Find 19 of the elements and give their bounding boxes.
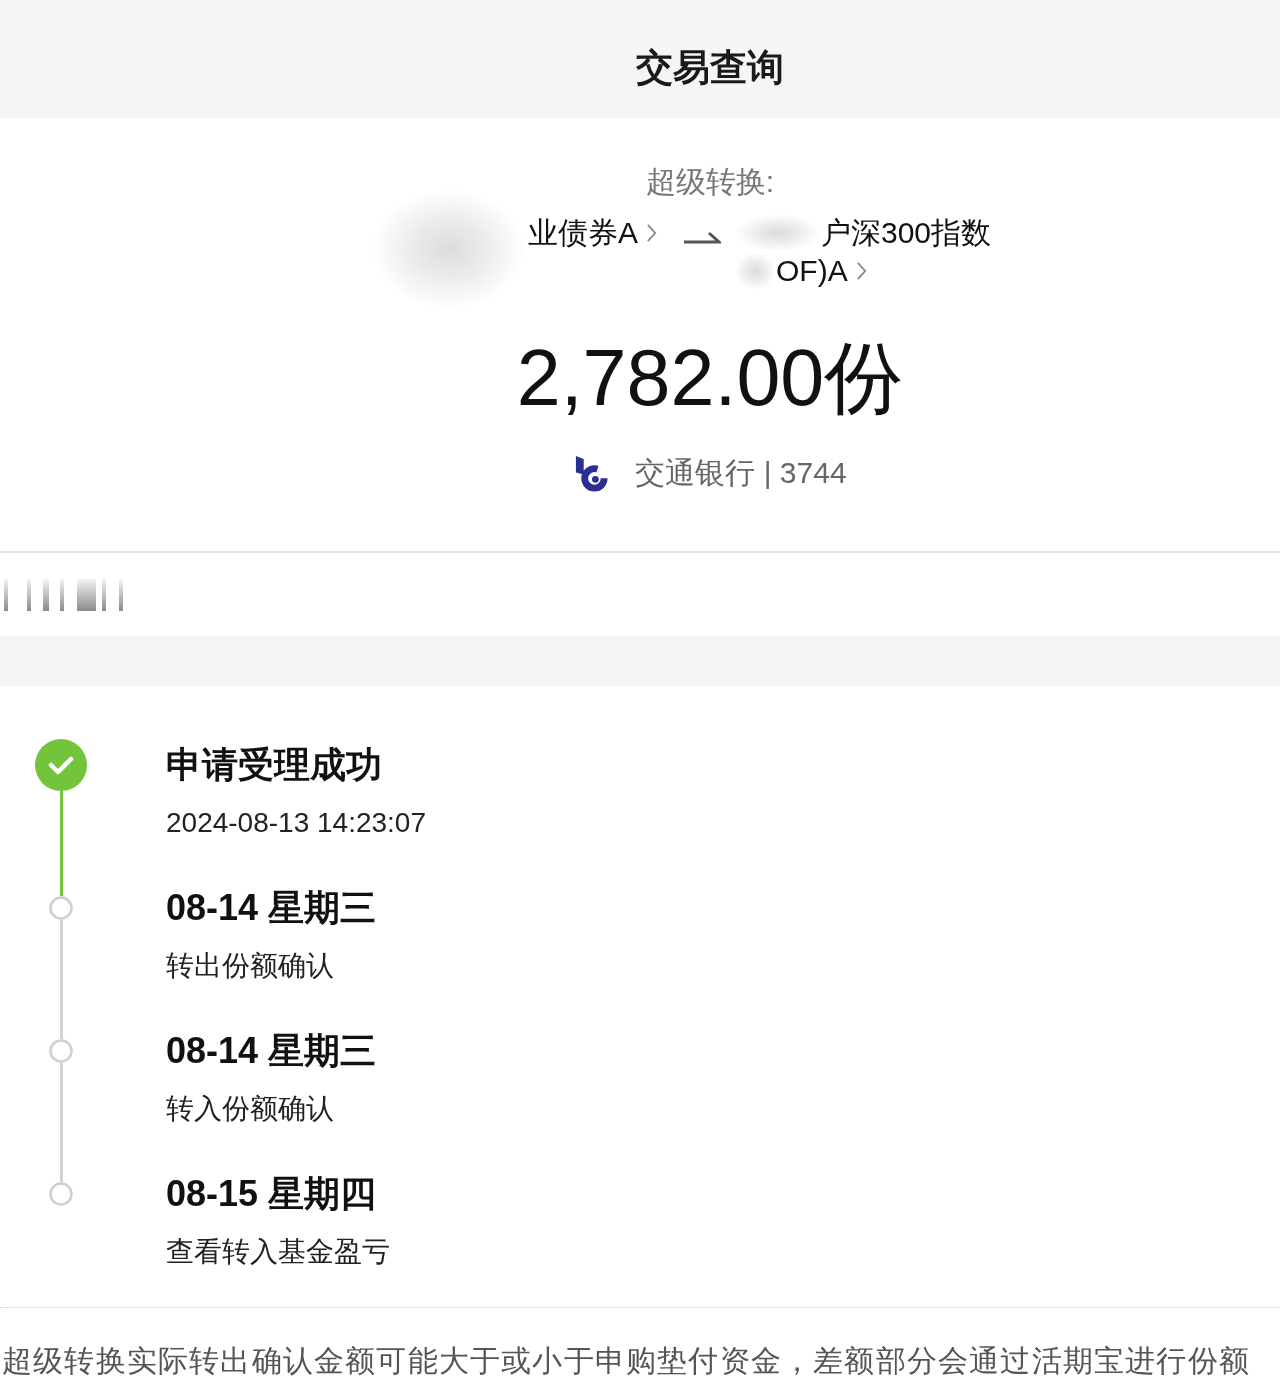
- step-heading: 08-14 星期三: [166, 886, 378, 930]
- step-detail: 2024-08-13 14:23:07: [166, 806, 427, 840]
- bank-logo-icon: [573, 454, 611, 492]
- page-title: 交易查询: [635, 46, 785, 90]
- fund-name[interactable]: 户深300指数: [821, 214, 992, 252]
- share-amount: 2,782.00份: [516, 332, 904, 424]
- step-heading: 08-14 星期三: [166, 1029, 378, 1073]
- transfer-label: 超级转换:: [645, 164, 775, 200]
- step-detail: 转入份额确认: [166, 1092, 335, 1126]
- footnote-text: 超级转换实际转出确认金额可能大于或小于申购垫付资金，差额部分会通过活期宝进行份额: [1, 1343, 1251, 1379]
- step-heading: 申请受理成功: [166, 743, 383, 787]
- fund-name[interactable]: OF)A: [776, 252, 848, 290]
- step-detail: 转出份额确认: [166, 949, 335, 983]
- chevron-icon: [855, 261, 867, 281]
- bank-account: 交通银行 | 3744: [635, 455, 847, 491]
- step-heading: 08-15 星期四: [166, 1172, 378, 1216]
- chevron-icon: [646, 223, 657, 243]
- step-detail: 查看转入基金盈亏: [166, 1235, 391, 1269]
- fund-name[interactable]: 业债券A: [528, 214, 638, 252]
